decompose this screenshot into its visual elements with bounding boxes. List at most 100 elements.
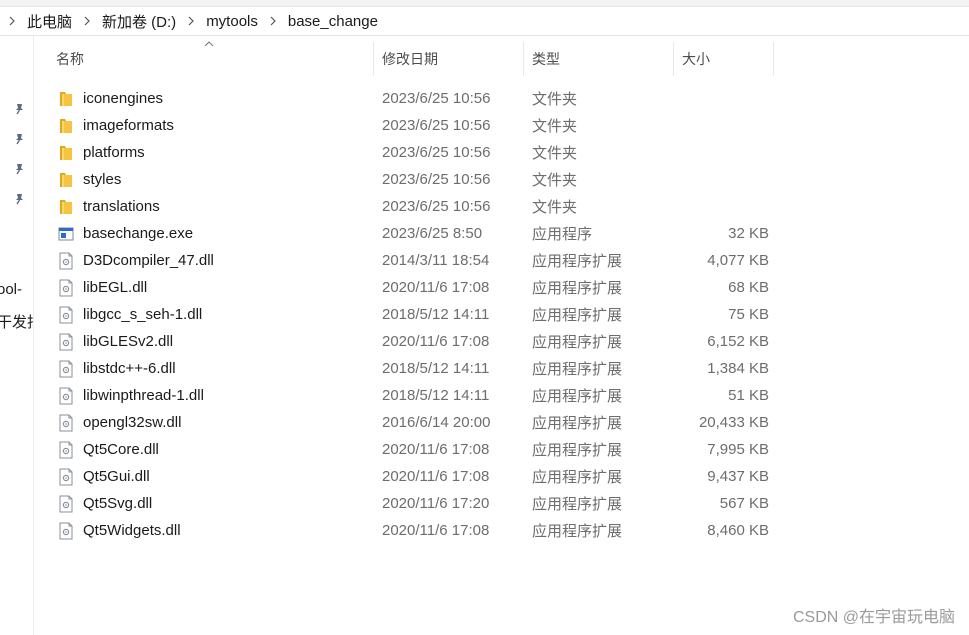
nav-item-fragment[interactable]: 干发指	[0, 311, 33, 332]
file-size: 32 KB	[728, 225, 769, 242]
file-name: libEGL.dll	[83, 279, 148, 296]
file-date: 2020/11/6 17:08	[382, 468, 490, 485]
breadcrumb-item-drive-d[interactable]: 新加卷 (D:)	[99, 11, 179, 32]
file-name-cell[interactable]: D3Dcompiler_47.dll	[48, 252, 374, 270]
file-row[interactable]: Qt5Widgets.dll 2020/11/6 17:08 应用程序扩展 8,460…	[48, 517, 769, 544]
file-name-cell[interactable]: opengl32sw.dll	[48, 414, 374, 432]
watermark: CSDN @在宇宙玩电脑	[792, 609, 955, 626]
file-row[interactable]: basechange.exe 2023/6/25 8:50 应用程序 32 KB	[48, 220, 769, 247]
file-row[interactable]: libstdc++-6.dll 2018/5/12 14:11 应用程序扩展 1,38…	[48, 355, 769, 382]
file-type: 应用程序扩展	[532, 388, 623, 405]
file-type: 文件夹	[532, 145, 578, 162]
file-size: 68 KB	[728, 279, 769, 296]
dll-file-icon	[58, 252, 74, 270]
sort-ascending-icon	[204, 41, 214, 47]
pin-icon[interactable]	[12, 162, 26, 176]
file-row[interactable]: libgcc_s_seh-1.dll 2018/5/12 14:11 应用程序扩展 7…	[48, 301, 769, 328]
file-name: D3Dcompiler_47.dll	[83, 252, 214, 269]
column-header-size[interactable]: 大小	[674, 42, 774, 76]
pin-icon[interactable]	[12, 102, 26, 116]
column-header-type[interactable]: 类型	[524, 42, 674, 76]
file-type: 应用程序扩展	[532, 361, 623, 378]
file-name-cell[interactable]: iconengines	[48, 90, 374, 108]
column-header-type-label: 类型	[532, 51, 560, 67]
file-date: 2020/11/6 17:08	[382, 333, 490, 350]
file-date: 2018/5/12 14:11	[382, 360, 490, 377]
file-type: 应用程序	[532, 226, 593, 243]
file-name-cell[interactable]: styles	[48, 171, 374, 189]
file-name-cell[interactable]: platforms	[48, 144, 374, 162]
breadcrumb-item-mytools[interactable]: mytools	[203, 13, 261, 30]
chevron-right-icon[interactable]	[261, 16, 285, 26]
file-name-cell[interactable]: basechange.exe	[48, 225, 374, 243]
file-name-cell[interactable]: Qt5Svg.dll	[48, 495, 374, 513]
file-date: 2023/6/25 10:56	[382, 117, 491, 134]
file-type: 应用程序扩展	[532, 334, 623, 351]
column-header-name-label: 名称	[56, 51, 84, 67]
file-row[interactable]: iconengines 2023/6/25 10:56 文件夹	[48, 85, 769, 112]
folder-icon	[58, 144, 74, 162]
file-date: 2023/6/25 10:56	[382, 144, 491, 161]
file-type: 应用程序扩展	[532, 469, 623, 486]
file-name-cell[interactable]: Qt5Gui.dll	[48, 468, 374, 486]
file-row[interactable]: Qt5Core.dll 2020/11/6 17:08 应用程序扩展 7,995 KB	[48, 436, 769, 463]
file-name-cell[interactable]: libgcc_s_seh-1.dll	[48, 306, 374, 324]
file-name: libgcc_s_seh-1.dll	[83, 306, 203, 323]
file-name-cell[interactable]: libEGL.dll	[48, 279, 374, 297]
column-header-size-label: 大小	[682, 51, 710, 67]
file-name-cell[interactable]: Qt5Widgets.dll	[48, 522, 374, 540]
file-name: platforms	[83, 144, 145, 161]
file-name: libwinpthread-1.dll	[83, 387, 204, 404]
file-type: 应用程序扩展	[532, 253, 623, 270]
file-name: translations	[83, 198, 160, 215]
file-type: 应用程序扩展	[532, 307, 623, 324]
file-type: 文件夹	[532, 91, 578, 108]
file-name-cell[interactable]: libGLESv2.dll	[48, 333, 374, 351]
chevron-right-icon[interactable]	[0, 16, 24, 26]
file-name-cell[interactable]: imageformats	[48, 117, 374, 135]
file-type: 应用程序扩展	[532, 415, 623, 432]
dll-file-icon	[58, 441, 74, 459]
file-row[interactable]: Qt5Gui.dll 2020/11/6 17:08 应用程序扩展 9,437 KB	[48, 463, 769, 490]
chevron-right-icon[interactable]	[179, 16, 203, 26]
folder-icon	[58, 117, 74, 135]
file-row[interactable]: Qt5Svg.dll 2020/11/6 17:20 应用程序扩展 567 KB	[48, 490, 769, 517]
file-name-cell[interactable]: Qt5Core.dll	[48, 441, 374, 459]
file-list: iconengines 2023/6/25 10:56 文件夹 imageformat…	[48, 85, 769, 544]
folder-icon	[58, 171, 74, 189]
file-row[interactable]: styles 2023/6/25 10:56 文件夹	[48, 166, 769, 193]
nav-item-fragment[interactable]: ool-	[0, 281, 22, 298]
chevron-right-icon[interactable]	[75, 16, 99, 26]
file-row[interactable]: opengl32sw.dll 2016/6/14 20:00 应用程序扩展 20,43…	[48, 409, 769, 436]
column-header-name[interactable]: 名称	[48, 41, 374, 76]
column-header-date[interactable]: 修改日期	[374, 42, 524, 76]
folder-icon	[58, 90, 74, 108]
file-name-cell[interactable]: libwinpthread-1.dll	[48, 387, 374, 405]
breadcrumb-item-base-change[interactable]: base_change	[285, 13, 381, 30]
file-row[interactable]: D3Dcompiler_47.dll 2014/3/11 18:54 应用程序扩展 4…	[48, 247, 769, 274]
file-type: 文件夹	[532, 118, 578, 135]
file-date: 2023/6/25 10:56	[382, 171, 491, 188]
file-name: opengl32sw.dll	[83, 414, 182, 431]
file-size: 51 KB	[728, 387, 769, 404]
file-row[interactable]: translations 2023/6/25 10:56 文件夹	[48, 193, 769, 220]
file-name-cell[interactable]: translations	[48, 198, 374, 216]
file-date: 2018/5/12 14:11	[382, 387, 490, 404]
file-row[interactable]: platforms 2023/6/25 10:56 文件夹	[48, 139, 769, 166]
breadcrumb-item-this-pc[interactable]: 此电脑	[24, 11, 75, 32]
file-row[interactable]: libwinpthread-1.dll 2018/5/12 14:11 应用程序扩展…	[48, 382, 769, 409]
navigation-pane[interactable]: ool- 干发指	[0, 36, 34, 635]
file-name-cell[interactable]: libstdc++-6.dll	[48, 360, 374, 378]
file-type: 文件夹	[532, 199, 578, 216]
file-size: 7,995 KB	[707, 441, 769, 458]
address-bar-breadcrumb[interactable]: 此电脑 新加卷 (D:) mytools base_change	[0, 7, 969, 36]
file-date: 2020/11/6 17:08	[382, 279, 490, 296]
pin-icon[interactable]	[12, 192, 26, 206]
file-row[interactable]: imageformats 2023/6/25 10:56 文件夹	[48, 112, 769, 139]
file-name: libstdc++-6.dll	[83, 360, 176, 377]
file-row[interactable]: libEGL.dll 2020/11/6 17:08 应用程序扩展 68 KB	[48, 274, 769, 301]
pin-icon[interactable]	[12, 132, 26, 146]
file-row[interactable]: libGLESv2.dll 2020/11/6 17:08 应用程序扩展 6,152 …	[48, 328, 769, 355]
file-date: 2023/6/25 10:56	[382, 90, 491, 107]
dll-file-icon	[58, 387, 74, 405]
